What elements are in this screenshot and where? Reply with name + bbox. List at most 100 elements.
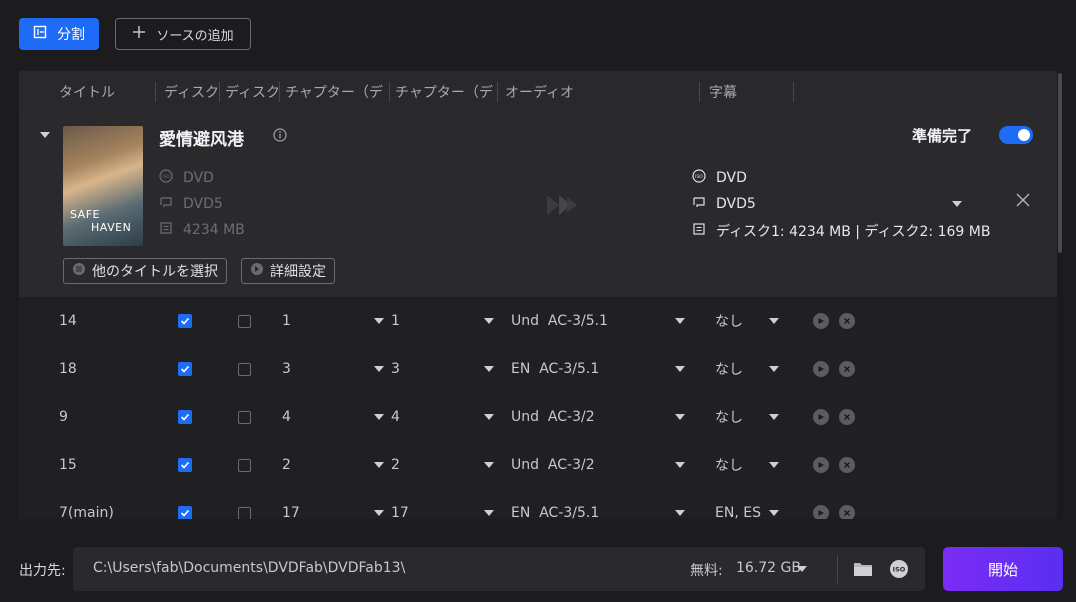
chapter-start-select[interactable]: 3 — [282, 345, 384, 393]
output-label: 出力先: — [19, 563, 66, 579]
start-button[interactable]: 開始 — [943, 547, 1063, 591]
folder-icon[interactable] — [853, 560, 873, 582]
chapter-end-select[interactable]: 3 — [391, 345, 494, 393]
table-row[interactable]: 9 4 4 Und AC-3/2 なし — [19, 393, 1057, 441]
subtitle-select[interactable]: なし — [715, 441, 779, 489]
info-icon[interactable] — [273, 128, 287, 146]
audio-value: Und AC-3/2 — [511, 457, 595, 473]
subtitle-select[interactable]: なし — [715, 345, 779, 393]
column-divider[interactable] — [699, 82, 700, 102]
disc2-checkbox[interactable] — [238, 297, 251, 345]
table-row[interactable]: 18 3 3 EN AC-3/5.1 なし — [19, 345, 1057, 393]
add-source-label: ソースの追加 — [156, 28, 234, 44]
chapter-end-select[interactable]: 17 — [391, 489, 494, 519]
disc1-checkbox[interactable] — [178, 393, 192, 441]
target-disc-select[interactable]: DVD5 — [692, 195, 962, 213]
subtitle-select[interactable]: EN, ES — [715, 489, 779, 519]
play-button[interactable] — [813, 393, 829, 441]
play-button[interactable] — [813, 297, 829, 345]
split-button[interactable]: 分割 — [19, 18, 99, 50]
remove-row-button[interactable] — [839, 393, 855, 441]
scrollbar-thumb[interactable] — [1058, 73, 1062, 253]
disc2-checkbox[interactable] — [238, 345, 251, 393]
advanced-settings-button[interactable]: 詳細設定 — [241, 258, 335, 284]
audio-select[interactable]: Und AC-3/2 — [511, 441, 685, 489]
audio-select[interactable]: EN AC-3/5.1 — [511, 345, 685, 393]
column-header-title[interactable]: タイトル — [59, 71, 149, 113]
disc1-checkbox[interactable] — [178, 441, 192, 489]
play-button[interactable] — [813, 345, 829, 393]
column-header-disc2[interactable]: ディスク — [225, 71, 279, 113]
remove-row-button[interactable] — [839, 345, 855, 393]
collapse-icon[interactable] — [40, 127, 50, 143]
column-header-disc1[interactable]: ディスク — [164, 71, 218, 113]
audio-select[interactable]: Und AC-3/2 — [511, 393, 685, 441]
disc1-checkbox[interactable] — [178, 489, 192, 519]
target-size: ディスク1: 4234 MB | ディスク2: 169 MB — [692, 221, 990, 241]
subtitle-value: なし — [715, 410, 743, 426]
play-button[interactable] — [813, 441, 829, 489]
close-icon[interactable] — [1016, 193, 1030, 211]
play-button[interactable] — [813, 489, 829, 519]
disc2-checkbox[interactable] — [238, 489, 251, 519]
chevron-down-icon — [675, 366, 685, 372]
select-other-title-button[interactable]: 他のタイトルを選択 — [63, 258, 227, 284]
add-source-button[interactable]: ソースの追加 — [115, 18, 251, 50]
ready-toggle[interactable] — [999, 126, 1033, 144]
subtitle-select[interactable]: なし — [715, 297, 779, 345]
scrollbar[interactable] — [1057, 71, 1063, 519]
table-row[interactable]: 7(main) 17 17 EN AC-3/5.1 EN, ES — [19, 489, 1057, 519]
chapter-end-select[interactable]: 2 — [391, 441, 494, 489]
chevron-down-icon — [769, 318, 779, 324]
chapter-start-select[interactable]: 2 — [282, 441, 384, 489]
remove-row-button[interactable] — [839, 297, 855, 345]
chevron-down-icon — [484, 366, 494, 372]
table-row[interactable]: 15 2 2 Und AC-3/2 なし — [19, 441, 1057, 489]
column-header-audio[interactable]: オーディオ — [505, 71, 625, 113]
chevron-down-icon — [769, 462, 779, 468]
subtitle-select[interactable]: なし — [715, 393, 779, 441]
audio-select[interactable]: Und AC-3/5.1 — [511, 297, 685, 345]
chapter-end-value: 2 — [391, 457, 400, 473]
chapter-start-value: 17 — [282, 505, 300, 519]
chapter-start-select[interactable]: 1 — [282, 297, 384, 345]
source-size-label: 4234 MB — [183, 222, 245, 238]
table-row[interactable]: 14 1 1 Und AC-3/5.1 なし — [19, 297, 1057, 345]
disc1-checkbox[interactable] — [178, 297, 192, 345]
play-icon — [813, 505, 829, 519]
column-divider[interactable] — [155, 82, 156, 102]
chapter-end-select[interactable]: 4 — [391, 393, 494, 441]
chapter-start-value: 3 — [282, 361, 291, 377]
subtitle-value: なし — [715, 362, 743, 378]
chapter-start-select[interactable]: 17 — [282, 489, 384, 519]
column-header-chapter-end[interactable]: チャプター（デ — [395, 71, 495, 113]
column-header-chapter-start[interactable]: チャプター（デ — [285, 71, 385, 113]
disc2-checkbox[interactable] — [238, 441, 251, 489]
movie-title: 愛情避风港 — [159, 130, 244, 150]
iso-output-icon[interactable]: ISO — [889, 559, 909, 583]
output-path: C:\Users\fab\Documents\DVDFab\DVDFab13\ — [93, 560, 406, 576]
column-divider[interactable] — [279, 82, 280, 102]
column-header-subtitle[interactable]: 字幕 — [709, 71, 769, 113]
chapter-end-value: 4 — [391, 409, 400, 425]
disc2-checkbox[interactable] — [238, 393, 251, 441]
audio-value: Und AC-3/2 — [511, 409, 595, 425]
column-divider[interactable] — [793, 82, 794, 102]
row-title: 15 — [59, 457, 77, 473]
disc1-checkbox[interactable] — [178, 345, 192, 393]
column-divider[interactable] — [389, 82, 390, 102]
chapter-start-select[interactable]: 4 — [282, 393, 384, 441]
play-icon — [813, 457, 829, 473]
audio-select[interactable]: EN AC-3/5.1 — [511, 489, 685, 519]
column-divider[interactable] — [497, 82, 498, 102]
chapter-end-select[interactable]: 1 — [391, 297, 494, 345]
output-path-field[interactable]: C:\Users\fab\Documents\DVDFab\DVDFab13\ … — [73, 547, 925, 591]
column-divider[interactable] — [219, 82, 220, 102]
chapter-end-value: 1 — [391, 313, 400, 329]
target-size-label: ディスク1: 4234 MB | ディスク2: 169 MB — [716, 224, 991, 240]
remove-row-button[interactable] — [839, 441, 855, 489]
close-icon — [839, 505, 855, 519]
svg-text:ISO: ISO — [695, 174, 703, 180]
chevron-down-icon[interactable] — [797, 566, 807, 572]
remove-row-button[interactable] — [839, 489, 855, 519]
